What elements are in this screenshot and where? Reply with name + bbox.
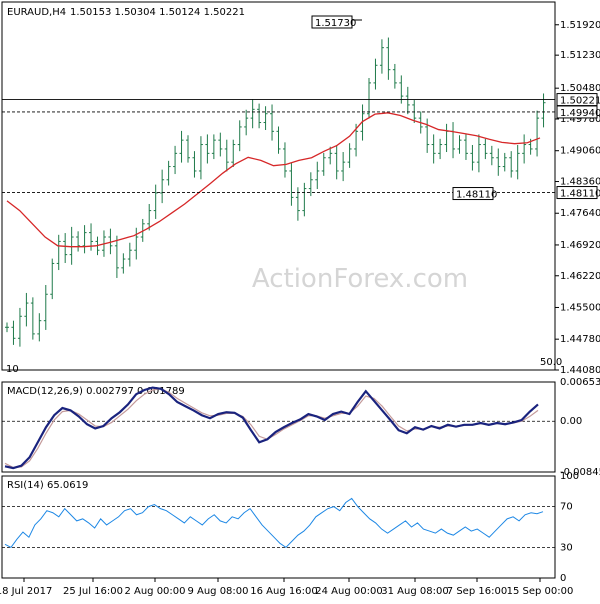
price-ytick-label: 1.44080 [560, 365, 600, 376]
rsi-ytick-label: 70 [560, 502, 573, 513]
x-tick-label: 9 Aug 08:00 [187, 586, 248, 597]
rsi-title: RSI(14) 65.0619 [7, 480, 88, 491]
low-label: 1.48110 [456, 190, 497, 201]
corner-period-label: 10 [6, 364, 19, 375]
chart-root: ActionForex.com EURAUD,H4 1.50153 1.50304 … [0, 0, 600, 600]
x-tick-label: 24 Aug 00:00 [315, 586, 382, 597]
low-axis-label: 1.48110 [560, 189, 600, 200]
support-label: 1.49940 [560, 108, 600, 119]
price-ytick-label: 1.51230 [560, 50, 600, 61]
macd-line [4, 386, 539, 470]
peak-label: 1.51730 [315, 18, 356, 29]
x-tick-label: 2 Aug 00:00 [124, 586, 185, 597]
x-tick-label: 18 Jul 2017 [0, 586, 52, 597]
rsi-ytick-label: 100 [560, 471, 579, 482]
rsi-panel-frame [1, 475, 556, 579]
header-symbol: EURAUD,H4 [7, 7, 66, 18]
macd-ytick-label: 0.006531 [560, 377, 600, 388]
x-tick-label: 25 Jul 16:00 [63, 586, 123, 597]
price-ytick-label: 1.47640 [560, 208, 600, 219]
price-ytick-label: 1.44780 [560, 334, 600, 345]
rsi-ytick-label: 0 [560, 573, 566, 584]
rsi-line [4, 497, 544, 549]
x-tick-label: 15 Sep 00:00 [507, 586, 574, 597]
macd-signal-line [4, 388, 539, 469]
price-panel-frame [1, 1, 556, 371]
forex-chart: ActionForex.com EURAUD,H4 1.50153 1.50304 … [0, 1, 600, 597]
price-ytick-label: 1.48360 [560, 177, 600, 188]
price-ytick-label: 1.49060 [560, 146, 600, 157]
price-ytick-label: 1.46220 [560, 271, 600, 282]
rsi-ytick-label: 30 [560, 542, 573, 553]
ma-period-label: 50.0 [540, 357, 562, 368]
last-price-label: 1.50221 [560, 96, 600, 107]
price-ytick-label: 1.50480 [560, 83, 600, 94]
sma-line [6, 112, 541, 248]
watermark-text: ActionForex.com [252, 264, 468, 294]
price-ytick-label: 1.45500 [560, 302, 600, 313]
x-tick-label: 16 Aug 16:00 [250, 586, 317, 597]
x-tick-label: 31 Aug 08:00 [381, 586, 448, 597]
price-ytick-label: 1.46920 [560, 240, 600, 251]
price-ytick-label: 1.51920 [560, 20, 600, 31]
macd-ytick-label: 0.00 [560, 416, 582, 427]
x-tick-label: 7 Sep 16:00 [447, 586, 507, 597]
header-ohlc: 1.50153 1.50304 1.50124 1.50221 [70, 7, 245, 18]
